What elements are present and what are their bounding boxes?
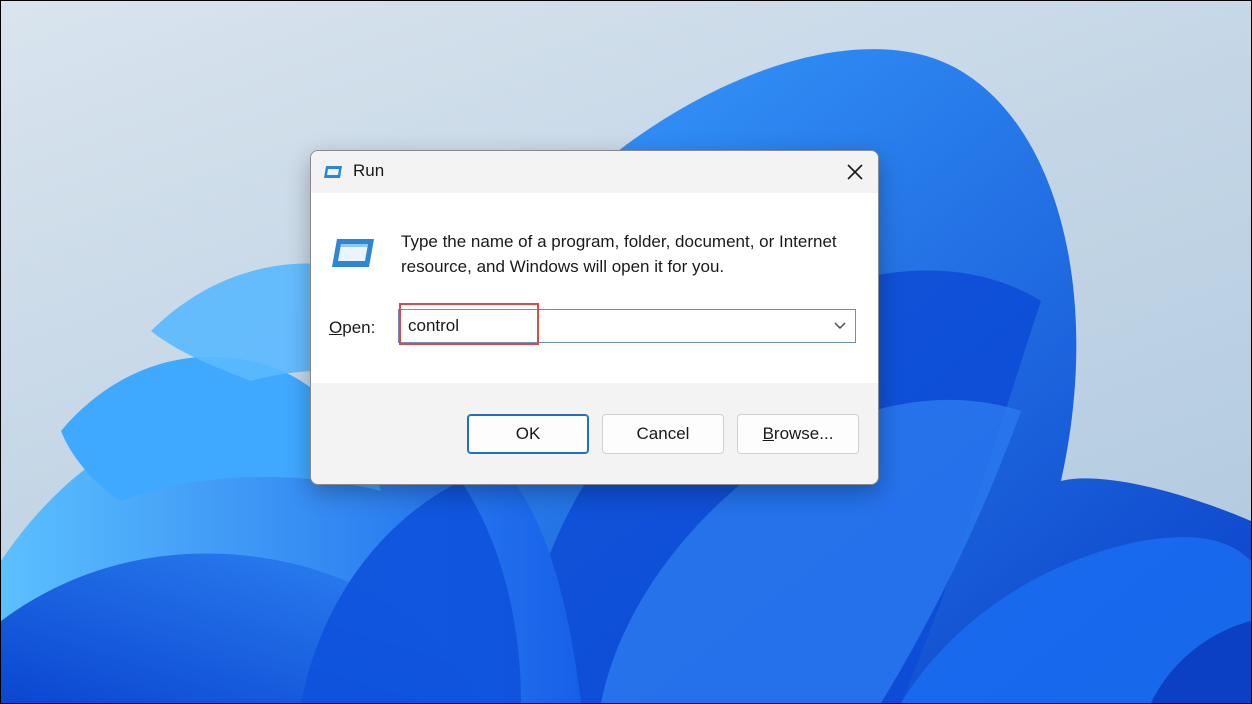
chevron-down-icon <box>834 322 846 329</box>
close-icon <box>847 164 863 180</box>
run-dialog: Run Type the name of a program, folder, … <box>310 150 879 485</box>
run-icon <box>331 237 375 269</box>
browse-mnemonic: B <box>762 424 774 443</box>
open-label-mnemonic: O <box>329 318 343 337</box>
title-bar[interactable]: Run <box>311 151 878 193</box>
run-icon <box>323 163 343 181</box>
browse-label: rowse... <box>773 424 834 443</box>
dialog-description: Type the name of a program, folder, docu… <box>401 232 837 276</box>
desktop: Run Type the name of a program, folder, … <box>0 0 1252 704</box>
open-input[interactable] <box>408 310 808 342</box>
open-label-text: pen: <box>342 318 376 337</box>
dropdown-button[interactable] <box>829 310 851 342</box>
open-label: Open: <box>329 318 375 338</box>
dialog-body: Type the name of a program, folder, docu… <box>311 193 878 383</box>
cancel-button[interactable]: Cancel <box>602 414 724 454</box>
close-button[interactable] <box>832 151 878 193</box>
browse-button[interactable]: Browse... <box>737 414 859 454</box>
ok-button[interactable]: OK <box>467 414 589 454</box>
open-combobox[interactable] <box>398 309 856 343</box>
dialog-title: Run <box>353 161 385 180</box>
